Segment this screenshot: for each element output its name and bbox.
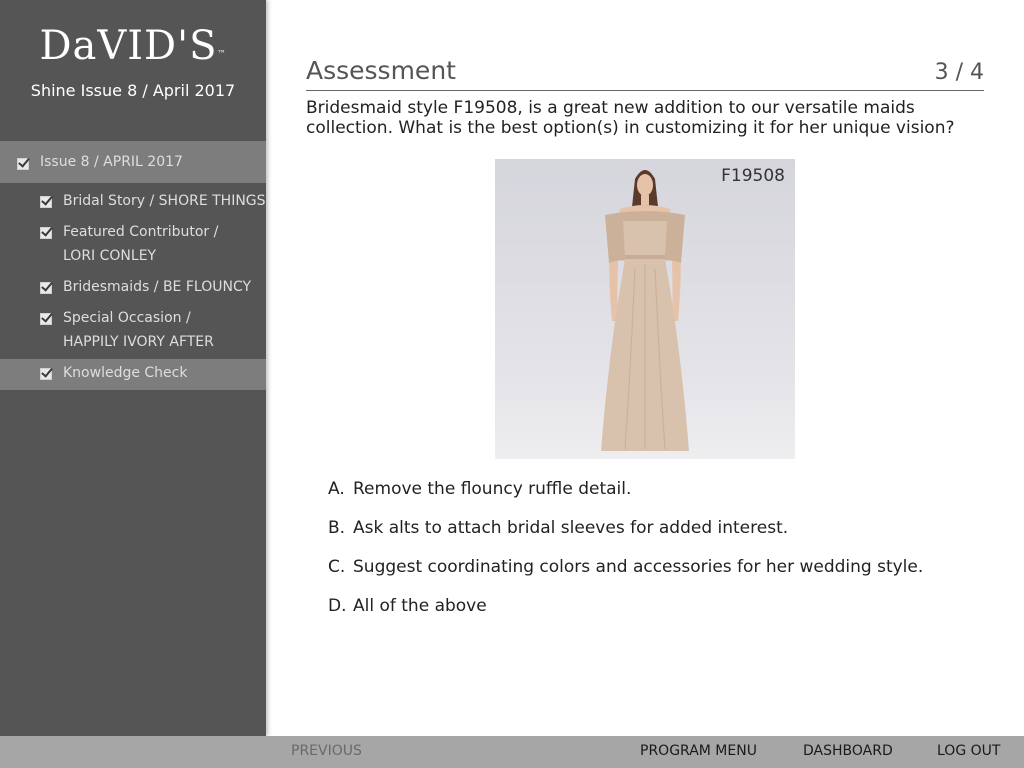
answer-letter: A.: [328, 479, 345, 499]
sidebar-item-label: Featured Contributor / LORI CONLEY: [63, 224, 219, 264]
previous-button[interactable]: PREVIOUS: [291, 736, 362, 766]
style-code-label: F19508: [721, 166, 785, 186]
answer-text: All of the above: [353, 596, 487, 616]
answer-letter: B.: [328, 518, 346, 538]
assessment-header: Assessment 3 / 4: [306, 0, 984, 91]
checkbox-checked-icon: [40, 227, 52, 239]
sidebar-item-bridal-story[interactable]: Bridal Story / SHORE THINGS: [0, 187, 266, 218]
checkbox-checked-icon: [40, 313, 52, 325]
answer-letter: D.: [328, 596, 347, 616]
answer-text: Suggest coordinating colors and accessor…: [353, 557, 924, 577]
trademark-mark: ™: [217, 49, 227, 58]
main-content: Assessment 3 / 4 Bridesmaid style F19508…: [306, 0, 984, 635]
sidebar-item-featured-contributor[interactable]: Featured Contributor / LORI CONLEY: [0, 218, 266, 273]
sidebar-item-label: Bridal Story / SHORE THINGS: [63, 193, 266, 209]
dress-photo: F19508: [495, 159, 795, 459]
program-menu-button[interactable]: PROGRAM MENU: [640, 736, 757, 766]
dashboard-button[interactable]: DASHBOARD: [803, 736, 893, 766]
answer-option-c[interactable]: C. Suggest coordinating colors and acces…: [328, 557, 984, 596]
sidebar-item-label: Bridesmaids / BE FLOUNCY: [63, 279, 252, 295]
sidebar-item-label: Knowledge Check: [63, 365, 188, 381]
answer-letter: C.: [328, 557, 346, 577]
checkbox-checked-icon: [40, 368, 52, 380]
answer-text: Remove the flouncy ruffle detail.: [353, 479, 632, 499]
page-title: Assessment: [306, 56, 456, 85]
answer-list: A. Remove the flouncy ruffle detail. B. …: [306, 479, 984, 635]
sidebar: DaVID'S™ Shine Issue 8 / April 2017 Issu…: [0, 0, 266, 736]
footer-bar: PREVIOUS PROGRAM MENU DASHBOARD LOG OUT: [0, 736, 1024, 768]
checkbox-checked-icon: [40, 282, 52, 294]
sidebar-item-knowledge-check[interactable]: Knowledge Check: [0, 359, 266, 390]
checkbox-checked-icon: [40, 196, 52, 208]
bridesmaid-dress-figure: [601, 170, 689, 451]
question-progress: 3 / 4: [934, 60, 984, 85]
sidebar-item-label: Issue 8 / APRIL 2017: [40, 154, 183, 170]
answer-option-b[interactable]: B. Ask alts to attach bridal sleeves for…: [328, 518, 984, 557]
sidebar-item-issue-8[interactable]: Issue 8 / APRIL 2017: [0, 141, 266, 183]
issue-title: Shine Issue 8 / April 2017: [30, 81, 236, 100]
sidebar-item-special-occasion[interactable]: Special Occasion / HAPPILY IVORY AFTER: [0, 304, 266, 359]
answer-text: Ask alts to attach bridal sleeves for ad…: [353, 518, 789, 538]
sidebar-sublist: Bridal Story / SHORE THINGS Featured Con…: [0, 183, 266, 390]
checkbox-checked-icon: [17, 158, 29, 170]
logo-text: DaVID'S: [39, 23, 218, 69]
answer-option-a[interactable]: A. Remove the flouncy ruffle detail.: [328, 479, 984, 518]
davids-logo: DaVID'S™: [0, 0, 266, 68]
sidebar-item-bridesmaids[interactable]: Bridesmaids / BE FLOUNCY: [0, 273, 266, 304]
brand-header: DaVID'S™ Shine Issue 8 / April 2017: [0, 0, 266, 141]
question-text: Bridesmaid style F19508, is a great new …: [306, 98, 955, 138]
answer-option-d[interactable]: D. All of the above: [328, 596, 984, 635]
log-out-button[interactable]: LOG OUT: [937, 736, 1000, 766]
sidebar-item-label: Special Occasion / HAPPILY IVORY AFTER: [63, 310, 214, 350]
